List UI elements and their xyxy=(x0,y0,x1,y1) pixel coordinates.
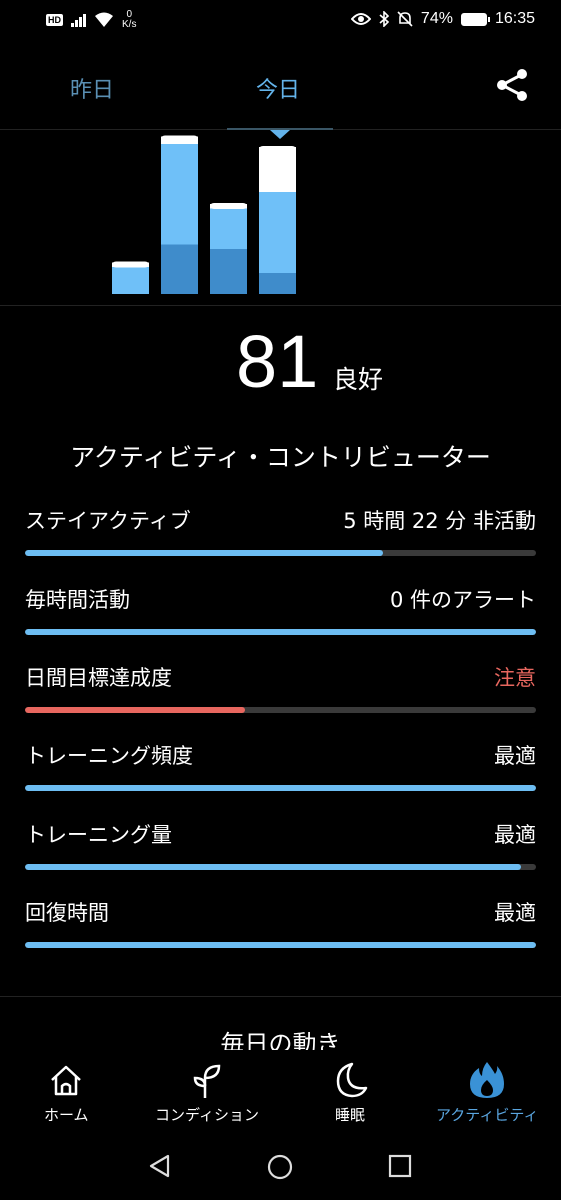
nav-activity-label: アクティビティ xyxy=(436,1106,539,1124)
hd-badge: HD xyxy=(46,14,63,26)
metric-hourly-activity[interactable]: 毎時間活動 0 件のアラート xyxy=(25,584,536,662)
activity-chart xyxy=(0,130,561,306)
metric-daily-goal[interactable]: 日間目標達成度 注意 xyxy=(25,662,536,740)
eye-comfort-icon xyxy=(350,12,371,26)
bar-1-cap xyxy=(112,261,149,268)
metric-recovery-time[interactable]: 回復時間 最適 xyxy=(25,897,536,975)
tab-yesterday[interactable]: 昨日 xyxy=(70,72,114,104)
metric-progress-track xyxy=(25,942,536,948)
wifi-icon xyxy=(94,12,114,28)
day-tabs: 昨日 今日 xyxy=(0,44,561,139)
metric-progress-fill xyxy=(25,707,245,713)
bar-4-segment-1 xyxy=(259,273,296,294)
metric-stay-active[interactable]: ステイアクティブ 5 時間 22 分 非活動 xyxy=(25,505,536,583)
metric-progress-track xyxy=(25,707,536,713)
back-icon[interactable] xyxy=(148,1154,172,1182)
mute-bell-icon xyxy=(397,11,413,27)
bar-4-cap xyxy=(259,146,296,152)
bar-3-segment-2 xyxy=(210,208,247,249)
moon-icon xyxy=(336,1062,368,1098)
bar-3-segment-1 xyxy=(210,249,247,294)
activity-score: 81 良好 xyxy=(0,322,561,402)
bottom-nav: ホーム コンディション 睡眠 アクティビティ xyxy=(0,1050,561,1132)
nav-sleep-label: 睡眠 xyxy=(334,1106,365,1124)
home-icon xyxy=(51,1065,82,1096)
cellular-signal-icon xyxy=(71,13,86,27)
nav-condition[interactable]: コンディション xyxy=(155,1060,259,1125)
contributors-title: アクティビティ・コントリビューター xyxy=(70,443,491,472)
bluetooth-icon xyxy=(379,11,389,27)
network-speed: 0 K/s xyxy=(122,10,136,30)
bar-4-segment-2 xyxy=(259,192,296,273)
metric-progress-fill xyxy=(25,629,536,635)
metric-label: 日間目標達成度 xyxy=(25,666,172,690)
tab-today[interactable]: 今日 xyxy=(256,72,300,104)
nav-sleep[interactable]: 睡眠 xyxy=(330,1060,370,1125)
metric-label: トレーニング頻度 xyxy=(25,744,193,768)
metric-progress-fill xyxy=(25,942,536,948)
metric-label: 回復時間 xyxy=(25,901,109,925)
metric-value: 5 時間 22 分 非活動 xyxy=(343,509,536,533)
home-circle-icon[interactable] xyxy=(267,1154,293,1184)
metric-value: 注意 xyxy=(494,666,536,690)
metric-progress-track xyxy=(25,785,536,791)
metric-label: 毎時間活動 xyxy=(25,588,130,612)
metric-progress-track xyxy=(25,864,536,870)
bar-2-cap xyxy=(161,135,198,142)
metric-progress-fill xyxy=(25,785,536,791)
bar-1-segment-2 xyxy=(112,267,149,294)
battery-icon xyxy=(460,12,490,26)
nav-condition-label: コンディション xyxy=(155,1106,259,1124)
metric-label: トレーニング量 xyxy=(25,823,172,847)
flame-icon xyxy=(470,1062,505,1098)
metric-training-volume[interactable]: トレーニング量 最適 xyxy=(25,819,536,897)
system-nav-bar xyxy=(0,1132,561,1200)
metric-value: 最適 xyxy=(494,901,536,925)
sprout-icon xyxy=(193,1064,221,1098)
nav-home-label: ホーム xyxy=(44,1106,89,1124)
metric-training-frequency[interactable]: トレーニング頻度 最適 xyxy=(25,740,536,818)
network-speed-unit: K/s xyxy=(122,19,137,30)
metric-progress-fill xyxy=(25,550,383,556)
clock: 16:35 xyxy=(494,10,535,27)
bar-2-segment-1 xyxy=(161,244,198,294)
battery-percent: 74% xyxy=(420,10,453,27)
score-value: 81 xyxy=(236,320,319,403)
metric-value: 最適 xyxy=(494,823,536,847)
nav-activity[interactable]: アクティビティ xyxy=(436,1060,538,1125)
metric-progress-track xyxy=(25,629,536,635)
metric-label: ステイアクティブ xyxy=(25,509,191,533)
bar-4-segment-3 xyxy=(259,147,296,192)
bar-2-segment-2 xyxy=(161,144,198,245)
metric-progress-track xyxy=(25,550,536,556)
daily-movement-title: 毎日の動き xyxy=(220,1030,341,1052)
bar-3-cap xyxy=(210,203,247,209)
score-label: 良好 xyxy=(333,365,384,394)
status-bar: HD 0 K/s 74% 16:35 xyxy=(0,0,561,44)
metric-progress-fill xyxy=(25,864,521,870)
metric-value: 最適 xyxy=(494,744,536,768)
section-divider xyxy=(0,996,561,997)
nav-home[interactable]: ホーム xyxy=(44,1060,89,1125)
activity-chart-svg xyxy=(112,135,296,294)
metric-value: 0 件のアラート xyxy=(389,588,536,612)
share-icon[interactable] xyxy=(495,69,529,105)
recents-icon[interactable] xyxy=(388,1154,412,1182)
